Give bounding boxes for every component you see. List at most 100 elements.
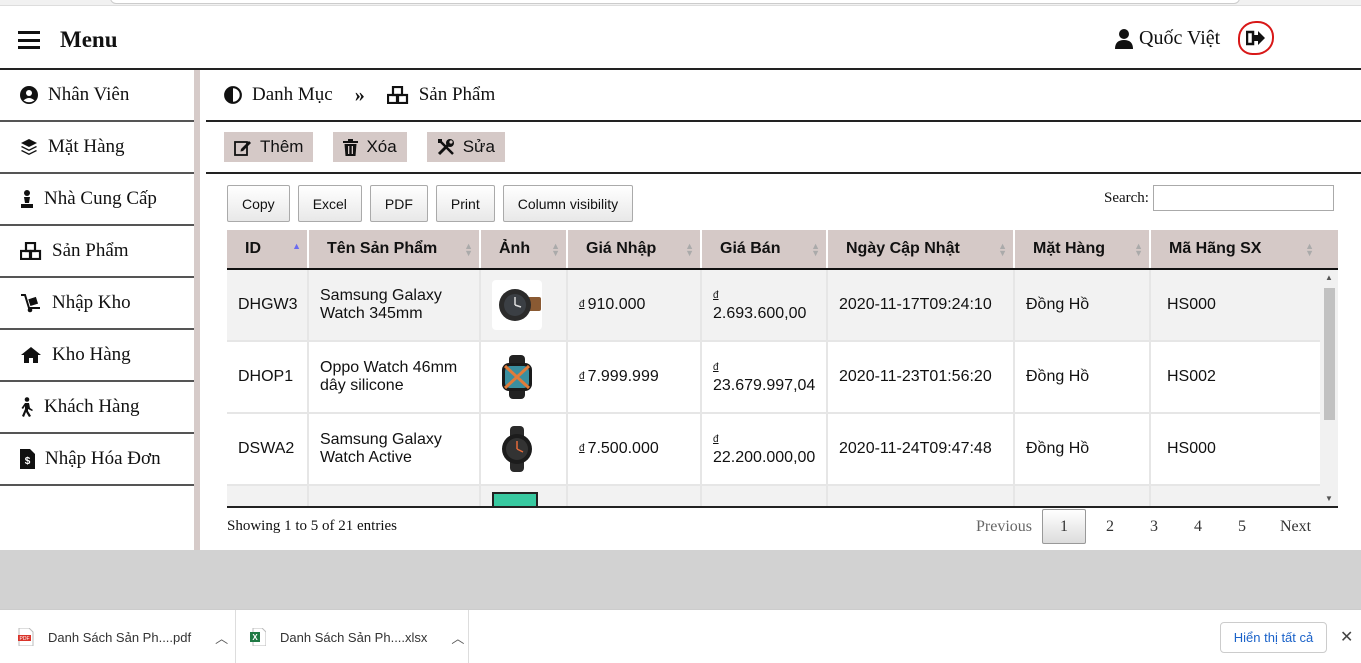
excel-button[interactable]: Excel: [297, 185, 362, 222]
user-circle-icon: [20, 86, 38, 104]
cubes-icon: [386, 86, 408, 104]
cell-updated: 2020-11-23T01:56:20: [828, 342, 1015, 412]
sidebar-item-khach-hang[interactable]: Khách Hàng: [0, 382, 194, 434]
column-header-maker[interactable]: Mã Hãng SX ▲ ▼: [1151, 230, 1320, 268]
column-header-id[interactable]: ID ▲: [227, 230, 309, 268]
chevron-up-icon[interactable]: ︿: [215, 628, 228, 647]
action-toolbar: Thêm Xóa Sửa: [206, 122, 1361, 174]
table-row[interactable]: DHGW3 Samsung Galaxy Watch 345mm đ 910.00…: [227, 270, 1338, 342]
svg-text:$: $: [25, 456, 31, 467]
show-all-downloads-button[interactable]: Hiển thị tất cả: [1220, 622, 1327, 653]
watch-image: [499, 289, 541, 321]
sidebar-item-label: Mặt Hàng: [48, 136, 125, 157]
logout-button[interactable]: [1238, 21, 1274, 55]
table-header: ID ▲ Tên Sản Phẩm ▲ ▼ Ảnh ▲ ▼ Giá Nhập ▲ ▼ Giá …: [227, 230, 1338, 270]
user-info[interactable]: Quốc Việt: [1115, 27, 1220, 50]
download-item-xlsx[interactable]: X Danh Sách Sản Ph....xlsx ︿: [250, 610, 464, 663]
next-page-button[interactable]: Next: [1264, 509, 1311, 544]
table-row-partial[interactable]: [227, 486, 1338, 506]
sidebar-item-label: Nhập Hóa Đơn: [45, 448, 161, 469]
sidebar-item-mat-hang[interactable]: Mặt Hàng: [0, 122, 194, 174]
breadcrumb-parent[interactable]: Danh Mục: [224, 84, 333, 106]
sort-icon: ▲ ▼: [811, 241, 820, 258]
scroll-up-icon[interactable]: ▲: [1325, 273, 1333, 282]
download-filename: Danh Sách Sản Ph....pdf: [48, 629, 192, 645]
column-header-cost[interactable]: Giá Nhập ▲ ▼: [568, 230, 702, 268]
menu-toggle-button[interactable]: Menu: [18, 27, 118, 53]
cell-image: [481, 414, 568, 484]
cell-image: [481, 486, 568, 506]
delete-button[interactable]: Xóa: [333, 132, 407, 162]
download-item-pdf[interactable]: PDF Danh Sách Sản Ph....pdf ︿: [18, 610, 228, 663]
scroll-down-icon[interactable]: ▼: [1325, 494, 1333, 503]
search-label: Search:: [1104, 189, 1149, 206]
page-button-1[interactable]: 1: [1042, 509, 1086, 544]
cell-maker: HS002: [1167, 368, 1216, 385]
edit-button[interactable]: Sửa: [426, 132, 505, 162]
divider: [235, 610, 236, 663]
sidebar-item-kho-hang[interactable]: Kho Hàng: [0, 330, 194, 382]
cell-cost: đ 7.500.000: [568, 414, 702, 484]
column-header-category[interactable]: Mặt Hàng ▲ ▼: [1015, 230, 1151, 268]
table-body: DHGW3 Samsung Galaxy Watch 345mm đ 910.00…: [227, 270, 1338, 506]
invoice-icon: $: [20, 449, 35, 469]
product-image: [492, 492, 538, 506]
edit-button-label: Sửa: [462, 137, 495, 156]
sort-icon: ▲ ▼: [685, 241, 694, 258]
pdf-button[interactable]: PDF: [369, 185, 428, 222]
sidebar-item-nhan-vien[interactable]: Nhân Viên: [0, 70, 194, 122]
close-icon[interactable]: ✕: [1340, 627, 1353, 647]
add-button[interactable]: Thêm: [224, 132, 314, 162]
scrollbar-thumb[interactable]: [1324, 288, 1335, 420]
trash-icon: [343, 138, 359, 156]
sidebar-item-label: Nhà Cung Cấp: [44, 188, 157, 209]
address-bar-edge: [110, 0, 1240, 4]
breadcrumb-parent-label: Danh Mục: [252, 84, 333, 105]
chevron-up-icon[interactable]: ︿: [451, 628, 464, 647]
previous-page-button[interactable]: Previous: [966, 509, 1042, 544]
sidebar-item-nha-cung-cap[interactable]: Nhà Cung Cấp: [0, 174, 194, 226]
product-image: [492, 352, 542, 402]
pagination: Previous 1 2 3 4 5 Next: [966, 509, 1311, 544]
table-scrollbar[interactable]: ▲ ▼: [1320, 270, 1338, 506]
cell-id: DHOP1: [227, 342, 309, 412]
table-row[interactable]: DHOP1 Oppo Watch 46mm dây silicone đ 7.99…: [227, 342, 1338, 414]
page-button-2[interactable]: 2: [1088, 509, 1132, 544]
add-button-label: Thêm: [260, 137, 304, 156]
page-button-4[interactable]: 4: [1176, 509, 1220, 544]
table-row[interactable]: DSWA2 Samsung Galaxy Watch Active đ 7.500…: [227, 414, 1338, 486]
sort-icon: ▲ ▼: [464, 241, 473, 258]
watch-image: [502, 426, 532, 472]
copy-button[interactable]: Copy: [227, 185, 290, 222]
cell-maker: HS000: [1167, 440, 1216, 457]
sidebar-item-label: Nhân Viên: [48, 84, 130, 105]
print-button[interactable]: Print: [435, 185, 495, 222]
svg-text:X: X: [252, 633, 258, 642]
search-input[interactable]: [1152, 185, 1334, 211]
user-name: Quốc Việt: [1139, 27, 1221, 49]
page-button-3[interactable]: 3: [1132, 509, 1176, 544]
column-header-price[interactable]: Giá Bán ▲ ▼: [702, 230, 828, 268]
sidebar-item-nhap-hoa-don[interactable]: $ Nhập Hóa Đơn: [0, 434, 194, 486]
table-bottom-border: [227, 506, 1338, 508]
sort-icon: ▲ ▼: [1134, 241, 1143, 258]
cell-name: Samsung Galaxy Watch 345mm: [309, 270, 481, 340]
divider: [468, 610, 469, 663]
products-table: ID ▲ Tên Sản Phẩm ▲ ▼ Ảnh ▲ ▼ Giá Nhập ▲ ▼ Giá …: [227, 230, 1338, 508]
cell-updated: 2020-11-17T09:24:10: [828, 270, 1015, 340]
sidebar-item-san-pham[interactable]: Sản Phẩm: [0, 226, 194, 278]
column-header-updated[interactable]: Ngày Cập Nhật ▲ ▼: [828, 230, 1015, 268]
column-header-image[interactable]: Ảnh ▲ ▼: [481, 230, 568, 268]
sidebar-item-nhap-kho[interactable]: Nhập Kho: [0, 278, 194, 330]
download-bar: PDF Danh Sách Sản Ph....pdf ︿ X Danh Sác…: [0, 609, 1361, 663]
column-header-name[interactable]: Tên Sản Phẩm ▲ ▼: [309, 230, 481, 268]
pdf-file-icon: PDF: [18, 628, 34, 646]
page-footer: [0, 550, 1361, 609]
sort-icon: ▲ ▼: [1305, 241, 1314, 258]
export-buttons: Copy Excel PDF Print Column visibility: [227, 185, 641, 222]
page-button-5[interactable]: 5: [1220, 509, 1264, 544]
column-visibility-button[interactable]: Column visibility: [502, 185, 634, 222]
hamburger-icon: [18, 31, 40, 49]
breadcrumb: Danh Mục » Sản Phẩm: [206, 70, 1361, 122]
tools-icon: [437, 139, 454, 156]
